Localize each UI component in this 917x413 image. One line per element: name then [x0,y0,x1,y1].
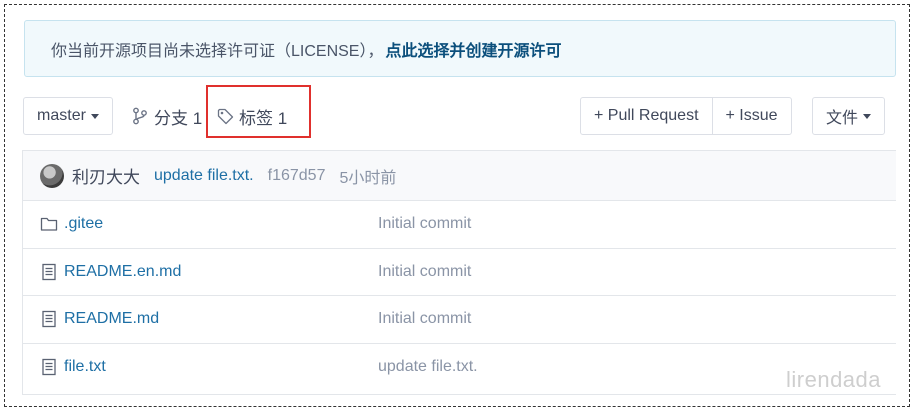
commit-author[interactable]: 利刃大大 [72,163,140,188]
table-row: .gitee Initial commit [23,201,896,249]
commit-message[interactable]: update file.txt. [154,167,254,185]
commit-time: 5小时前 [339,169,397,187]
branch-select-label: master [37,107,86,124]
file-icon [42,311,56,328]
files-dropdown[interactable]: 文件 [812,97,885,135]
file-name[interactable]: README.md [64,310,159,328]
folder-icon [40,218,58,231]
commit-sha[interactable]: f167d57 [268,167,326,185]
avatar[interactable] [40,163,64,188]
file-name[interactable]: .gitee [64,215,103,233]
file-list: 利刃大大 update file.txt. f167d57 5小时前 .gite… [22,150,896,395]
action-button-group: + Pull Request + Issue [580,97,792,135]
table-row: README.md Initial commit [23,296,896,344]
table-row: README.en.md Initial commit [23,249,896,296]
create-license-link[interactable]: 点此选择并创建开源许可 [385,37,561,61]
file-commit-message[interactable]: Initial commit [378,215,471,233]
file-name[interactable]: file.txt [64,358,106,376]
highlight-box [206,85,311,138]
branch-icon [133,107,147,125]
watermark: lirendada [786,367,882,392]
file-icon [42,359,56,376]
file-commit-message[interactable]: Initial commit [378,263,471,281]
license-notice: 你当前开源项目尚未选择许可证（LICENSE）， 点此选择并创建开源许可 [24,20,896,77]
table-row: file.txt update file.txt. [23,344,896,392]
branch-select[interactable]: master [23,97,113,135]
chevron-down-icon [863,113,871,119]
branches-label: 分支 1 [154,108,203,128]
file-commit-message[interactable]: Initial commit [378,310,471,328]
latest-commit-row: 利刃大大 update file.txt. f167d57 5小时前 [23,151,896,201]
file-commit-message[interactable]: update file.txt. [378,358,478,376]
files-dropdown-label: 文件 [825,110,858,127]
file-name[interactable]: README.en.md [64,263,181,281]
new-issue-button[interactable]: + Issue [711,98,791,134]
branches-link[interactable]: 分支 1 [132,97,202,135]
chevron-down-icon [90,113,99,119]
pull-request-button[interactable]: + Pull Request [581,98,712,134]
license-notice-text: 你当前开源项目尚未选择许可证（LICENSE）， [51,42,384,60]
file-icon [42,263,56,280]
